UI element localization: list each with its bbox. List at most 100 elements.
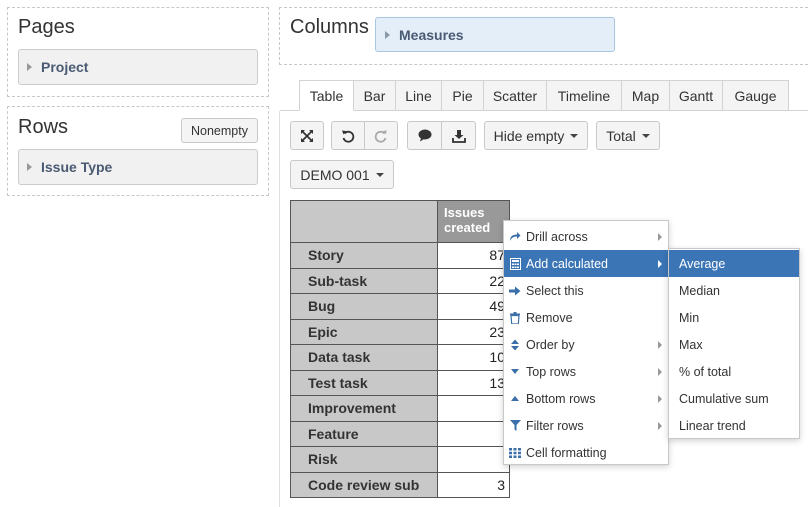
tab-map[interactable]: Map [622, 80, 670, 111]
columns-title: Columns [290, 16, 369, 38]
tab-timeline[interactable]: Timeline [547, 80, 622, 111]
arrow-right-icon [509, 285, 521, 297]
share-arrow-icon [509, 231, 521, 243]
download-button[interactable] [441, 121, 476, 150]
menu-item-label: Filter rows [526, 418, 584, 433]
expand-icon [301, 129, 313, 142]
hide-empty-dropdown[interactable]: Hide empty [484, 121, 588, 150]
submenu-arrow-icon [658, 421, 662, 430]
table-cell[interactable]: 87 [437, 242, 510, 269]
row-header[interactable]: Code review sub [290, 471, 438, 498]
submenu-item-average[interactable]: Average [669, 250, 799, 277]
submenu-item-label: % of total [679, 364, 732, 379]
table-cell[interactable]: 3 [437, 471, 510, 498]
row-header[interactable]: Feature [290, 420, 438, 447]
submenu-item-linear-trend[interactable]: Linear trend [669, 412, 799, 439]
table-cell[interactable]: 49 [437, 293, 510, 320]
row-header[interactable]: Improvement [290, 395, 438, 422]
submenu-item-cumulative-sum[interactable]: Cumulative sum [669, 385, 799, 412]
row-header[interactable]: Sub-task [290, 267, 438, 294]
submenu-item-max[interactable]: Max [669, 331, 799, 358]
menu-item-label: Add calculated [526, 256, 609, 271]
menu-item-cell-formatting[interactable]: Cell formatting [504, 439, 668, 466]
menu-item-label: Order by [526, 337, 575, 352]
table-cell[interactable] [437, 446, 510, 473]
tab-scatter[interactable]: Scatter [484, 80, 547, 111]
project-selector-dropdown[interactable]: DEMO 001 [290, 160, 394, 189]
menu-item-drill-across[interactable]: Drill across [504, 223, 668, 250]
comment-button[interactable] [407, 121, 442, 150]
row-header[interactable]: Test task [290, 369, 438, 396]
menu-item-filter-rows[interactable]: Filter rows [504, 412, 668, 439]
submenu-item-label: Average [679, 256, 726, 271]
view-tabs: Table Bar Line Pie Scatter Timeline Map … [299, 80, 789, 111]
fullscreen-button[interactable] [290, 121, 324, 150]
tab-pie[interactable]: Pie [442, 80, 484, 111]
comment-icon [418, 129, 431, 142]
table-row: Code review sub 3 [290, 471, 510, 498]
menu-item-add-calculated[interactable]: Add calculated [504, 250, 668, 277]
row-header[interactable]: Data task [290, 344, 438, 371]
row-header[interactable]: Epic [290, 318, 438, 345]
columns-dimension-measures[interactable]: Measures [375, 17, 615, 52]
table-row: Data task 10 [290, 344, 510, 371]
tab-gantt[interactable]: Gantt [670, 80, 723, 111]
download-icon [451, 129, 466, 143]
menu-item-bottom-rows[interactable]: Bottom rows [504, 385, 668, 412]
menu-item-label: Drill across [526, 229, 588, 244]
table-cell[interactable]: 13 [437, 369, 510, 396]
submenu-arrow-icon [658, 232, 662, 241]
column-header-issues-created[interactable]: Issues created [437, 200, 510, 243]
caret-right-icon [27, 63, 32, 71]
project-selector-label: DEMO 001 [300, 166, 370, 183]
total-label: Total [606, 127, 636, 144]
redo-button[interactable] [364, 121, 398, 150]
redo-icon [374, 130, 387, 143]
context-menu: Drill across Add calculated Select this … [503, 220, 669, 465]
caret-down-icon [509, 366, 521, 378]
pages-title: Pages [18, 16, 75, 38]
table-row: Improvement [290, 395, 510, 422]
row-header[interactable]: Bug [290, 293, 438, 320]
table-cell[interactable] [437, 395, 510, 422]
menu-item-remove[interactable]: Remove [504, 304, 668, 331]
pages-dimension-label: Project [41, 59, 89, 75]
total-dropdown[interactable]: Total [596, 121, 660, 150]
menu-item-select-this[interactable]: Select this [504, 277, 668, 304]
row-header[interactable]: Story [290, 242, 438, 269]
tab-line[interactable]: Line [396, 80, 442, 111]
rows-dimension-label: Issue Type [41, 159, 113, 175]
menu-item-label: Remove [526, 310, 573, 325]
calculator-icon [509, 257, 521, 270]
table-cell[interactable]: 23 [437, 318, 510, 345]
table-row: Risk [290, 446, 510, 473]
menu-item-label: Cell formatting [526, 445, 607, 460]
table-row: Epic 23 [290, 318, 510, 345]
caret-right-icon [385, 30, 390, 39]
tab-bar[interactable]: Bar [354, 80, 396, 111]
table-cell[interactable]: 10 [437, 344, 510, 371]
menu-item-top-rows[interactable]: Top rows [504, 358, 668, 385]
table-cell[interactable]: 22 [437, 267, 510, 294]
rows-dimension-issue-type[interactable]: Issue Type [18, 149, 258, 185]
row-header[interactable]: Risk [290, 446, 438, 473]
submenu-item-label: Min [679, 310, 700, 325]
report-table: Issues created Story 87 Sub-task 22 Bug … [290, 200, 510, 498]
submenu-item-label: Cumulative sum [679, 391, 769, 406]
nonempty-button[interactable]: Nonempty [181, 118, 258, 143]
submenu-item-median[interactable]: Median [669, 277, 799, 304]
pages-dimension-project[interactable]: Project [18, 49, 258, 85]
table-cell[interactable] [437, 420, 510, 447]
menu-item-order-by[interactable]: Order by [504, 331, 668, 358]
hide-empty-label: Hide empty [493, 127, 565, 144]
caret-down-icon [375, 172, 384, 177]
caret-up-icon [509, 393, 521, 405]
undo-button[interactable] [331, 121, 365, 150]
tab-gauge[interactable]: Gauge [723, 80, 789, 111]
submenu-item-min[interactable]: Min [669, 304, 799, 331]
submenu-item-label: Linear trend [679, 418, 746, 433]
submenu-arrow-icon [658, 340, 662, 349]
table-row: Sub-task 22 [290, 267, 510, 294]
tab-table[interactable]: Table [299, 80, 354, 111]
submenu-item-percent-of-total[interactable]: % of total [669, 358, 799, 385]
